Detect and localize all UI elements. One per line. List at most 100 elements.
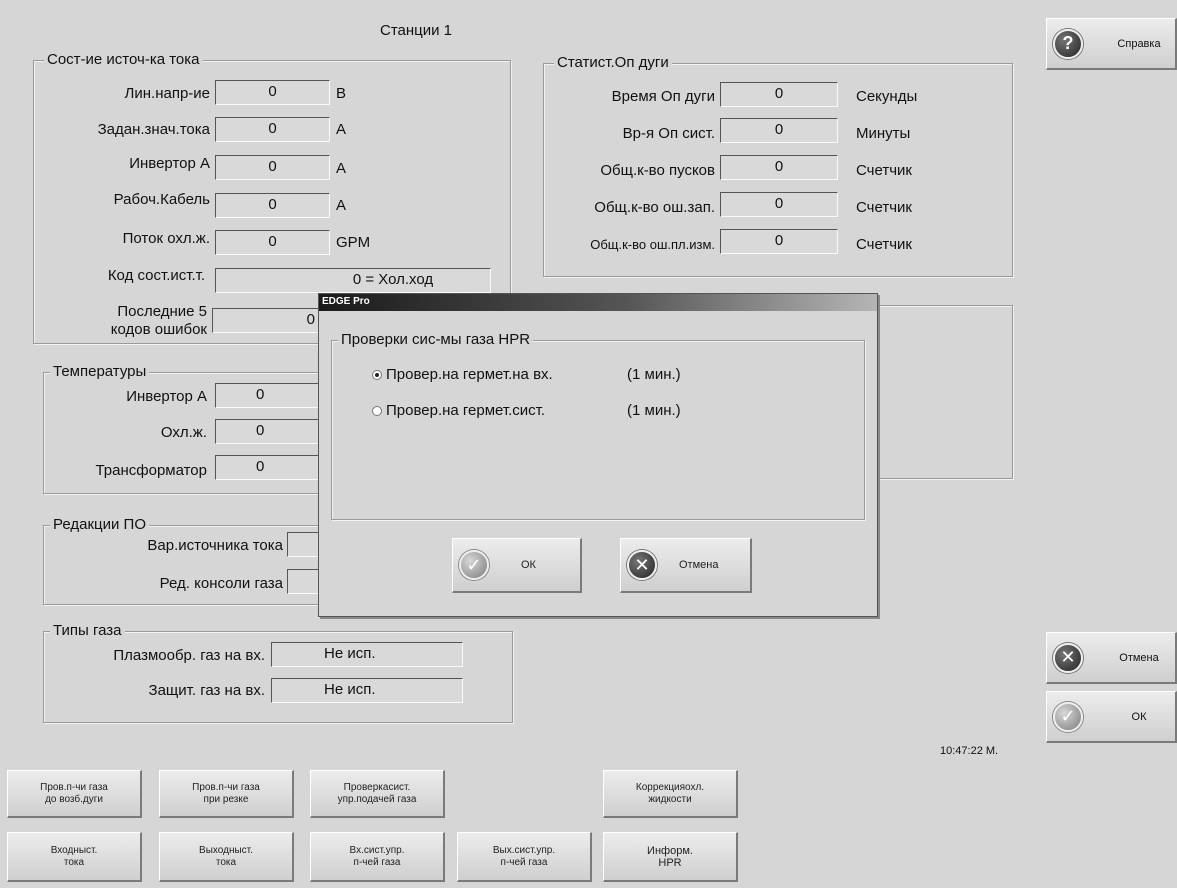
stats-label: Общ.к-во пусков xyxy=(600,162,715,179)
bottom-button-gas-system-test[interactable]: Проверкасист. упр.подачей газа xyxy=(310,770,445,818)
stats-value: 0 xyxy=(720,118,838,143)
temps-legend: Температуры xyxy=(50,363,150,381)
dialog-ok-label: ОК xyxy=(521,559,536,571)
stats-value: 0 xyxy=(720,192,838,217)
fw-legend: Редакции ПО xyxy=(50,516,149,534)
button-line: Вых.сист.упр. xyxy=(492,844,556,856)
page-title: Станции 1 xyxy=(380,22,453,39)
stats-value: 0 xyxy=(720,155,838,180)
source-unit: В xyxy=(336,85,347,102)
cancel-button[interactable]: ✕ Отмена xyxy=(1046,632,1177,684)
gas-check-dialog: EDGE Pro Проверки сис-мы газа HPR Провер… xyxy=(318,293,878,617)
temps-value: 0 xyxy=(215,383,325,408)
bottom-button-source-outputs[interactable]: Выходныст. тока xyxy=(159,832,294,882)
question-icon: ? xyxy=(1053,28,1083,59)
source-unit: А xyxy=(336,121,347,138)
dialog-ok-button[interactable]: ✓ ОК xyxy=(452,538,582,593)
bottom-button-coolant-correction[interactable]: Коррекцияохл. жидкости xyxy=(603,770,738,818)
source-unit: А xyxy=(336,197,347,214)
stats-label: Время Оп дуги xyxy=(611,88,715,105)
dialog-titlebar: EDGE Pro xyxy=(319,294,877,311)
source-label: Поток охл.ж. xyxy=(122,230,210,247)
dialog-group-legend: Проверки сис-мы газа HPR xyxy=(338,331,534,349)
button-line: Вх.сист.упр. xyxy=(349,844,405,856)
stats-unit: Минуты xyxy=(856,125,911,142)
button-line: Коррекцияохл. xyxy=(635,781,705,793)
source-value: 0 xyxy=(215,230,330,255)
button-line: тока xyxy=(63,856,85,868)
state-value: 0 = Хол.ход xyxy=(215,268,491,293)
temps-label: Трансформатор xyxy=(95,462,207,479)
source-value: 0 xyxy=(215,80,330,105)
button-line: п-чей газа xyxy=(353,856,401,868)
help-button[interactable]: ? Справка xyxy=(1046,18,1177,70)
help-button-label: Справка xyxy=(1117,37,1161,50)
gas-label: Плазмообр. газ на вх. xyxy=(113,647,265,664)
radio-duration: (1 мин.) xyxy=(627,366,681,383)
source-value: 0 xyxy=(215,155,330,180)
button-line: упр.подачей газа xyxy=(337,793,417,805)
stats-unit: Счетчик xyxy=(856,162,912,179)
errors-value: 0 xyxy=(212,308,322,333)
button-line: Выходныст. xyxy=(199,844,253,856)
dialog-cancel-button[interactable]: ✕ Отмена xyxy=(620,538,752,593)
gas-value: Не исп. xyxy=(271,642,463,667)
gas-label: Защит. газ на вх. xyxy=(148,682,265,699)
button-line: тока xyxy=(215,856,237,868)
button-line: при резке xyxy=(203,793,249,805)
bottom-button-preflow-test[interactable]: Пров.п-чи газа до возб.дуги xyxy=(7,770,142,818)
fw-label: Ред. консоли газа xyxy=(159,575,283,592)
stats-unit: Счетчик xyxy=(856,199,912,216)
source-unit: GPM xyxy=(336,234,371,251)
dialog-title: EDGE Pro xyxy=(322,296,370,307)
close-icon: ✕ xyxy=(1053,642,1083,673)
stats-label: Вр-я Оп сист. xyxy=(622,125,715,142)
button-line: HPR xyxy=(658,856,682,869)
button-line: Проверкасист. xyxy=(343,781,411,793)
temps-label: Охл.ж. xyxy=(160,424,207,441)
bottom-button-cutflow-test[interactable]: Пров.п-чи газа при резке xyxy=(159,770,294,818)
bottom-button-gas-outputs[interactable]: Вых.сист.упр. п-чей газа xyxy=(457,832,592,882)
ok-button-label: ОК xyxy=(1131,710,1147,723)
source-label: Рабоч.Кабель xyxy=(113,191,210,208)
source-unit: А xyxy=(336,160,347,177)
radio-inlet-leak-test[interactable] xyxy=(372,370,382,380)
radio-system-leak-test[interactable] xyxy=(372,406,382,416)
radio-label: Провер.на гермет.на вх. xyxy=(386,366,553,383)
check-icon: ✓ xyxy=(459,550,489,580)
stats-label: Общ.к-во ош.зап. xyxy=(594,199,715,216)
state-label: Код сост.ист.т. xyxy=(107,267,205,284)
ok-button[interactable]: ✓ ОК xyxy=(1046,691,1177,743)
source-value: 0 xyxy=(215,117,330,142)
radio-label: Провер.на гермет.сист. xyxy=(386,402,546,419)
bottom-button-gas-inputs[interactable]: Вх.сист.упр. п-чей газа xyxy=(310,832,445,882)
button-line: Входныст. xyxy=(50,844,98,856)
stats-value: 0 xyxy=(720,229,838,254)
button-line: Пров.п-чи газа xyxy=(40,781,108,793)
errors-label: Последние 5 xyxy=(117,303,207,320)
temps-label: Инвертор А xyxy=(126,388,207,405)
errors-label: кодов ошибок xyxy=(110,321,207,338)
button-line: Пров.п-чи газа xyxy=(192,781,260,793)
check-icon: ✓ xyxy=(1053,701,1083,732)
source-label: Инвертор А xyxy=(129,155,210,172)
fw-label: Вар.источника тока xyxy=(147,537,283,554)
stats-label: Общ.к-во ош.пл.изм. xyxy=(590,237,715,252)
bottom-button-hpr-info[interactable]: Информ. HPR xyxy=(603,832,738,882)
stats-legend: Статист.Оп дуги xyxy=(554,54,672,72)
stats-unit: Счетчик xyxy=(856,236,912,253)
bottom-button-source-inputs[interactable]: Входныст. тока xyxy=(7,832,142,882)
dialog-cancel-label: Отмена xyxy=(679,559,719,571)
gas-value: Не исп. xyxy=(271,678,463,703)
gas-legend: Типы газа xyxy=(50,622,125,640)
temps-value: 0 xyxy=(215,455,325,480)
clock: 10:47:22 М. xyxy=(940,745,999,757)
source-value: 0 xyxy=(215,193,330,218)
radio-duration: (1 мин.) xyxy=(627,402,681,419)
source-label: Задан.знач.тока xyxy=(97,121,210,138)
stats-value: 0 xyxy=(720,82,838,107)
source-legend: Сост-ие источ-ка тока xyxy=(44,51,203,69)
stats-unit: Секунды xyxy=(856,88,918,105)
button-line: жидкости xyxy=(648,793,692,805)
button-line: Информ. xyxy=(647,844,693,857)
